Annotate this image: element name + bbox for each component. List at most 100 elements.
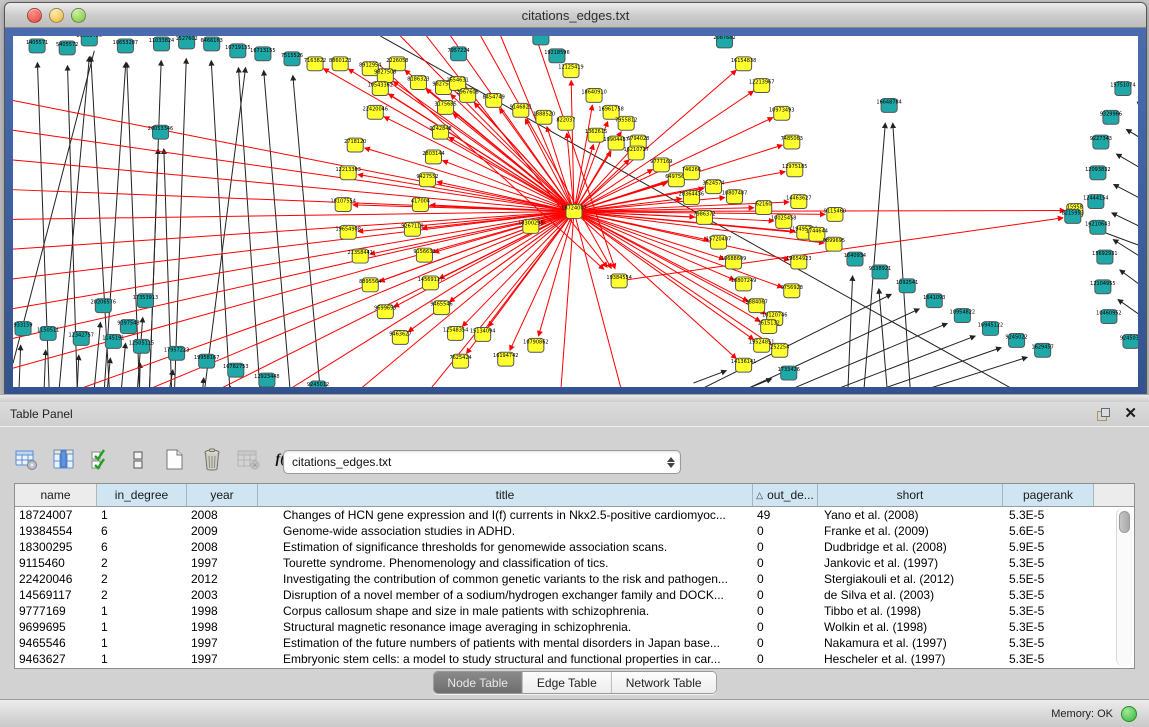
zoom-window-icon[interactable]	[71, 8, 86, 23]
tab-edge-table[interactable]: Edge Table	[523, 672, 612, 693]
red-edge[interactable]	[510, 212, 574, 351]
column-header-in-degree[interactable]: in_degree	[97, 484, 187, 506]
table-row[interactable]: 977716911998Corpus callosum shape and si…	[15, 603, 1134, 619]
node-label: 6794028	[627, 136, 649, 142]
node-label: 14463627	[786, 196, 811, 202]
black-edge[interactable]	[238, 68, 259, 387]
window-titlebar[interactable]: citations_edges.txt	[5, 3, 1146, 28]
float-window-icon[interactable]	[1097, 408, 1110, 420]
node-label: 10807487	[722, 191, 747, 197]
black-edge[interactable]	[77, 355, 79, 387]
table-vertical-scrollbar[interactable]	[1116, 508, 1132, 666]
table-row[interactable]: 1938455462009Genome-wide association stu…	[15, 523, 1134, 539]
table-cell: 1	[97, 651, 187, 667]
black-edge[interactable]	[44, 350, 46, 387]
red-edge[interactable]	[443, 161, 574, 212]
table-cell: Genome-wide association studies in ADHD.	[258, 523, 753, 539]
node-label: 62160	[756, 202, 772, 208]
column-header-name[interactable]: name	[15, 484, 97, 506]
table-row[interactable]: 946362711997Embryonic stem cells: a mode…	[15, 651, 1134, 667]
red-edge[interactable]	[574, 212, 782, 288]
node-label: 9397548	[117, 321, 139, 327]
black-edge[interactable]	[1120, 270, 1138, 294]
column-header-pagerank[interactable]: pagerank	[1003, 484, 1094, 506]
node-label: 18724007	[561, 206, 586, 212]
black-edge[interactable]	[882, 348, 1001, 387]
row-selection-icon[interactable]	[88, 447, 114, 473]
table-row[interactable]: 1456911722003Disruption of a novel membe…	[15, 587, 1134, 603]
black-edge[interactable]	[1114, 184, 1138, 204]
black-edge[interactable]	[94, 323, 100, 387]
new-table-icon[interactable]	[162, 447, 188, 473]
table-cell: 5.5E-5	[1003, 571, 1094, 587]
red-edge[interactable]	[13, 212, 574, 369]
delete-rows-icon[interactable]	[199, 447, 225, 473]
network-window: citations_edges.txt 12125419186409101696…	[4, 2, 1147, 396]
black-edge[interactable]	[1126, 129, 1138, 145]
node-label: 9463627	[389, 331, 411, 337]
node-label: 9884067	[746, 300, 768, 306]
black-edge[interactable]	[121, 343, 125, 387]
red-edge[interactable]	[13, 212, 574, 220]
minimize-window-icon[interactable]	[49, 8, 64, 23]
black-edge[interactable]	[13, 51, 94, 363]
table-cell: 5.3E-5	[1003, 587, 1094, 603]
black-edge[interactable]	[864, 123, 885, 387]
node-label: 1733426	[778, 367, 800, 373]
close-panel-icon[interactable]: ✕	[1124, 407, 1137, 421]
column-visibility-icon[interactable]	[51, 447, 77, 473]
column-header-out-degree[interactable]: △out_de...	[753, 484, 818, 506]
network-canvas[interactable]: 1212541918640910169617587955812136261519…	[13, 36, 1138, 387]
black-edge[interactable]	[127, 63, 140, 387]
delete-table-icon	[236, 447, 262, 473]
black-edge[interactable]	[927, 357, 1027, 387]
tab-network-table[interactable]: Network Table	[612, 672, 716, 693]
close-window-icon[interactable]	[27, 8, 42, 23]
black-edge[interactable]	[1112, 213, 1138, 232]
table-row[interactable]: 1830029562008Estimation of significance …	[15, 539, 1134, 555]
tab-node-table[interactable]: Node Table	[433, 672, 523, 693]
black-edge[interactable]	[1117, 154, 1138, 175]
node-table: name in_degree year title △out_de... sho…	[14, 483, 1135, 669]
network-graph[interactable]: 1212541918640910169617587955812136261519…	[13, 36, 1138, 387]
column-header-short[interactable]: short	[818, 484, 1003, 506]
red-edge[interactable]	[290, 212, 574, 388]
table-row[interactable]: 2242004622012Investigating the contribut…	[15, 571, 1134, 587]
node-label: 8454749	[483, 94, 505, 100]
table-cell: Tourette syndrome. Phenomenology and cla…	[258, 555, 753, 571]
table-settings-icon[interactable]	[14, 447, 40, 473]
table-row[interactable]: 969969511998Structural magnetic resonanc…	[15, 619, 1134, 635]
red-edge[interactable]	[574, 211, 1065, 212]
red-edge[interactable]	[561, 212, 574, 388]
black-edge[interactable]	[203, 378, 204, 387]
node-label: 12505115	[129, 340, 154, 346]
red-edge[interactable]	[574, 212, 789, 260]
table-row[interactable]: 1872400712008Changes of HCN gene express…	[15, 507, 1134, 523]
table-cell: 5.3E-5	[1003, 555, 1094, 571]
red-edge[interactable]	[13, 212, 574, 279]
node-label: 16194742	[493, 353, 518, 359]
table-cell: 22420046	[15, 571, 97, 587]
node-label: 9115460	[824, 209, 846, 215]
red-edge[interactable]	[574, 212, 621, 388]
app-root: { "window": { "title": "citations_edges.…	[0, 0, 1149, 727]
panel-splitter[interactable]: ▴	[0, 394, 1149, 402]
node-label: 19218596	[544, 50, 569, 56]
black-edge[interactable]	[1137, 102, 1138, 115]
rows-icon[interactable]	[125, 447, 151, 473]
black-edge[interactable]	[693, 371, 726, 383]
column-header-year[interactable]: year	[187, 484, 258, 506]
black-edge[interactable]	[149, 149, 158, 387]
table-row[interactable]: 911546021997Tourette syndrome. Phenomeno…	[15, 555, 1134, 571]
scrollbar-thumb[interactable]	[1119, 511, 1130, 533]
red-edge[interactable]	[13, 212, 574, 309]
column-header-title[interactable]: title	[258, 484, 753, 506]
table-row[interactable]: 946554611997Estimation of the future num…	[15, 635, 1134, 651]
black-edge[interactable]	[205, 68, 246, 387]
node-label: 8912954	[359, 63, 381, 69]
black-edge[interactable]	[175, 59, 187, 387]
black-edge[interactable]	[893, 123, 910, 387]
black-edge[interactable]	[848, 276, 853, 387]
table-selector-dropdown[interactable]: citations_edges.txt	[283, 450, 681, 474]
memory-ok-indicator-icon[interactable]	[1121, 706, 1137, 722]
